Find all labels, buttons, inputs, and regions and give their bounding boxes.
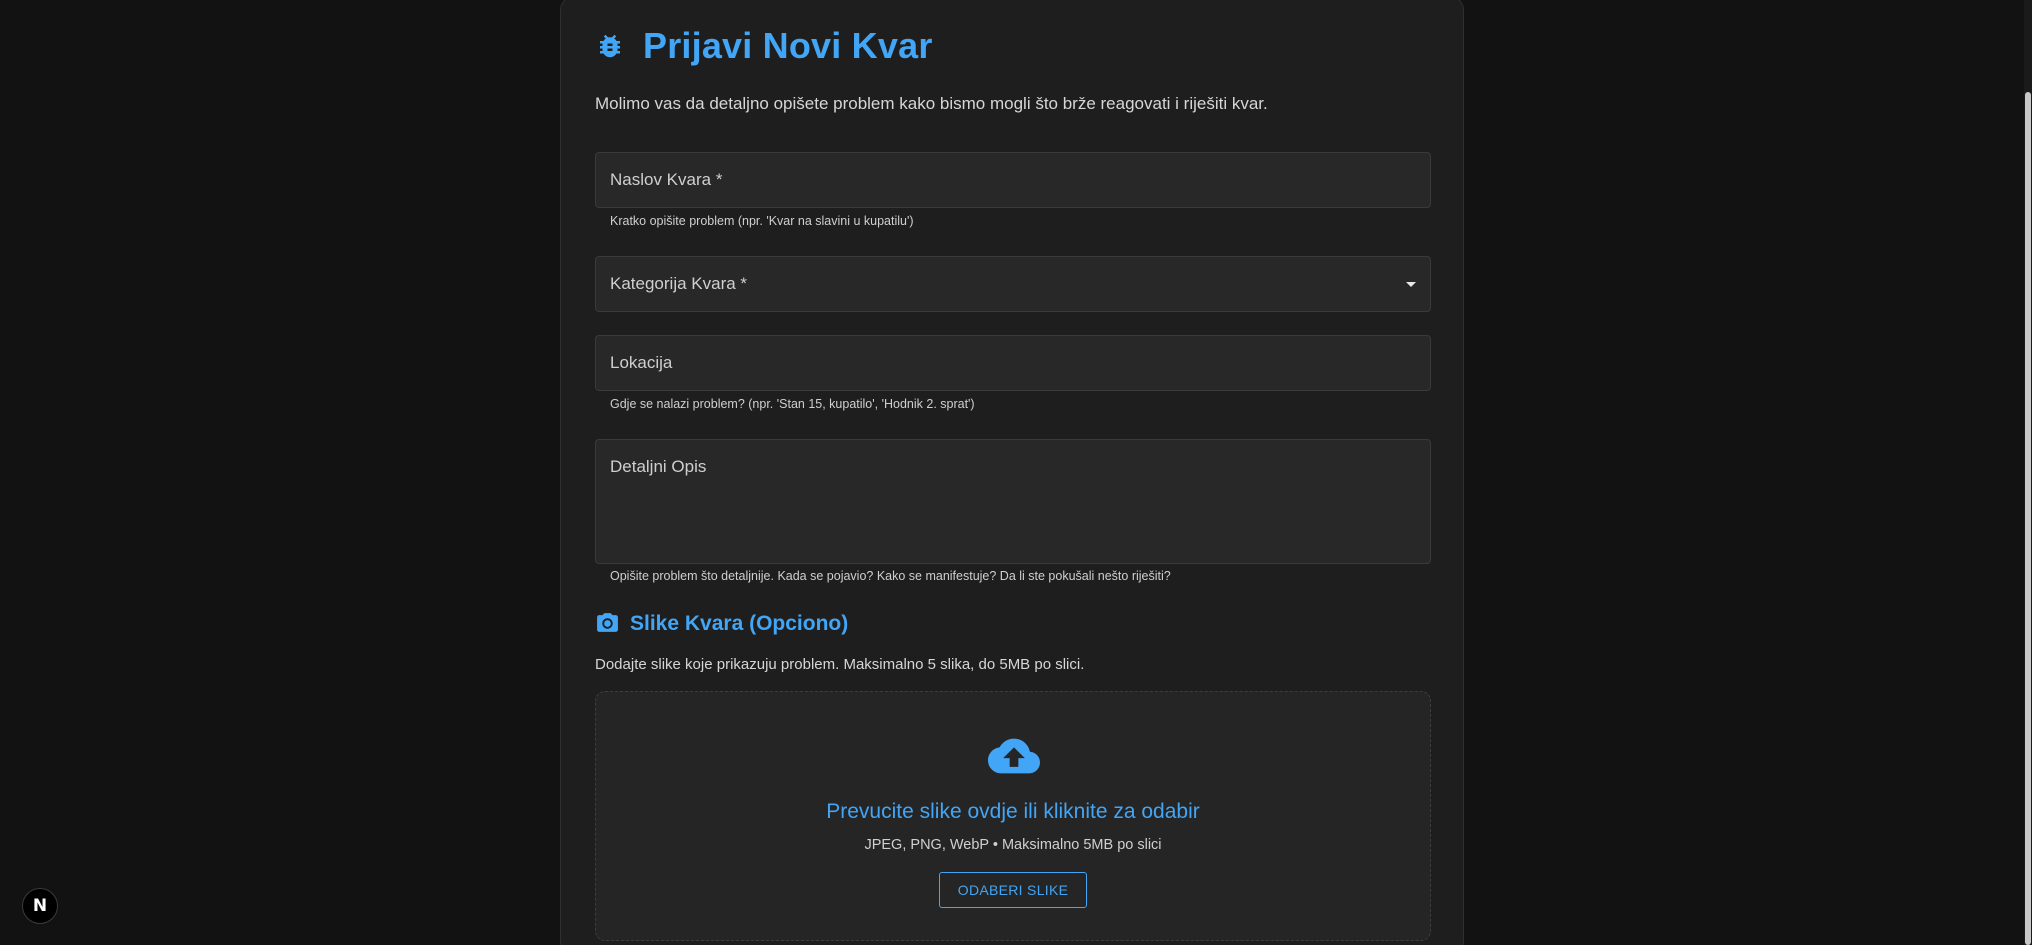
description-textarea[interactable]: Detaljni Opis [595, 439, 1431, 564]
dropzone-main-text: Prevucite slike ovdje ili kliknite za od… [826, 800, 1200, 823]
title-input[interactable]: Naslov Kvara * [595, 152, 1431, 208]
description-textarea-label: Detaljni Opis [610, 457, 707, 476]
caret-down-icon [1406, 282, 1416, 287]
form-intro-text: Molimo vas da detaljno opišete problem k… [595, 94, 1268, 113]
location-input[interactable]: Lokacija [595, 335, 1431, 391]
location-helper-text: Gdje se nalazi problem? (npr. 'Stan 15, … [610, 397, 975, 411]
images-section-header: Slike Kvara (Opciono) [595, 611, 848, 636]
nextjs-icon[interactable]: N [22, 888, 58, 924]
bug-icon [600, 34, 620, 58]
select-images-button[interactable]: ODABERI SLIKE [939, 872, 1087, 908]
report-form-card: Prijavi Novi Kvar Molimo vas da detaljno… [560, 0, 1464, 945]
camera-icon [597, 613, 618, 632]
page: Prijavi Novi Kvar Molimo vas da detaljno… [0, 0, 2032, 945]
image-dropzone[interactable]: Prevucite slike ovdje ili kliknite za od… [595, 691, 1431, 941]
title-input-label: Naslov Kvara * [610, 170, 723, 189]
dropzone-sub-text: JPEG, PNG, WebP • Maksimalno 5MB po slic… [864, 837, 1162, 853]
scrollbar-thumb[interactable] [2025, 92, 2031, 945]
description-helper-text: Opišite problem što detaljnije. Kada se … [610, 569, 1171, 583]
dev-badge-label: N [32, 896, 48, 916]
images-section-title: Slike Kvara (Opciono) [630, 611, 849, 635]
category-select[interactable]: Kategorija Kvara * [595, 256, 1431, 312]
form-header: Prijavi Novi Kvar [595, 25, 933, 67]
images-section-description: Dodajte slike koje prikazuju problem. Ma… [595, 656, 1085, 673]
title-helper-text: Kratko opišite problem (npr. 'Kvar na sl… [610, 214, 914, 228]
cloud-upload-icon [988, 738, 1040, 774]
category-select-label: Kategorija Kvara * [610, 274, 748, 293]
page-scrollbar[interactable] [2024, 0, 2032, 945]
location-input-label: Lokacija [610, 353, 673, 372]
page-title: Prijavi Novi Kvar [643, 25, 933, 66]
